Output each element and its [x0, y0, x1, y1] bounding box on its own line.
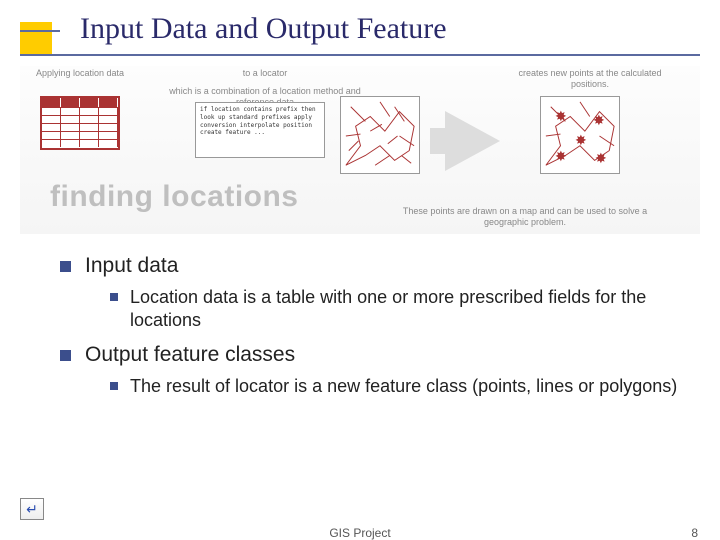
- table-icon: [40, 96, 120, 150]
- star-icon: ✸: [555, 149, 567, 163]
- process-diagram: Applying location data to a locator whic…: [20, 66, 700, 234]
- output-map-icon: ✸ ✸ ✸ ✸ ✸: [540, 96, 620, 174]
- page-number: 8: [691, 526, 698, 540]
- bullet-level2: Location data is a table with one or mor…: [110, 286, 680, 331]
- bullet-level1: Output feature classes: [60, 343, 680, 367]
- slide-body: Input data Location data is a table with…: [0, 234, 720, 398]
- return-arrow-icon: ↵: [26, 501, 38, 518]
- star-icon: ✸: [575, 133, 587, 147]
- star-icon: ✸: [593, 113, 605, 127]
- pseudocode-box: if location contains prefix then look up…: [195, 102, 325, 158]
- diagram-label-drawn: These points are drawn on a map and can …: [395, 206, 655, 228]
- diagram-label-to: to a locator: [230, 68, 300, 79]
- arrow-icon: [445, 111, 500, 171]
- square-bullet-icon: [60, 350, 71, 361]
- square-bullet-icon: [110, 382, 118, 390]
- slide-title: Input Data and Output Feature: [80, 12, 447, 46]
- return-icon[interactable]: ↵: [20, 498, 44, 520]
- accent-line-short: [20, 30, 60, 32]
- bullet-text: Output feature classes: [85, 343, 295, 367]
- finding-locations-banner: finding locations: [50, 180, 299, 214]
- footer-project: GIS Project: [329, 526, 390, 540]
- star-icon: ✸: [555, 109, 567, 123]
- bullet-text: The result of locator is a new feature c…: [130, 375, 677, 398]
- diagram-label-apply: Applying location data: [30, 68, 130, 79]
- bullet-text: Input data: [85, 254, 178, 278]
- bullet-level1: Input data: [60, 254, 680, 278]
- diagram-label-create: creates new points at the calculated pos…: [510, 68, 670, 90]
- bullet-text: Location data is a table with one or mor…: [130, 286, 680, 331]
- reference-map-icon: [340, 96, 420, 174]
- star-icon: ✸: [595, 151, 607, 165]
- accent-square: [20, 22, 52, 54]
- title-bar: Input Data and Output Feature: [0, 0, 720, 58]
- square-bullet-icon: [110, 293, 118, 301]
- bullet-level2: The result of locator is a new feature c…: [110, 375, 680, 398]
- square-bullet-icon: [60, 261, 71, 272]
- accent-line: [20, 54, 700, 56]
